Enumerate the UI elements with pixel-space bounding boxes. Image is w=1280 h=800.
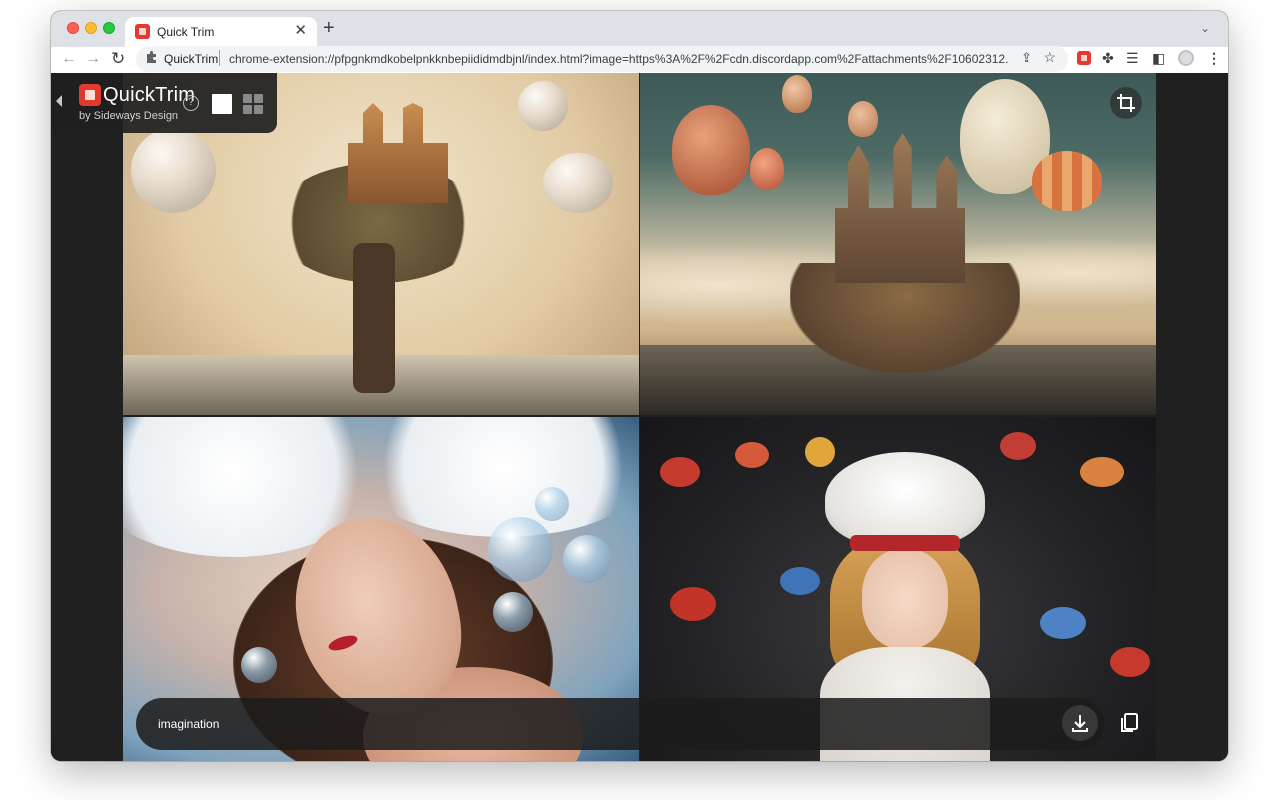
copy-icon [1121, 713, 1138, 732]
browser-toolbar: ← → ↻ QuickTrim chrome-extension://pfpgn… [51, 46, 1228, 73]
girl-face-decoration [862, 549, 948, 649]
bird-decoration [805, 437, 835, 467]
minimize-window-button[interactable] [85, 22, 97, 34]
quicktrim-panel: QuickTrim by Sideways Design ? [51, 73, 277, 133]
tab-title: Quick Trim [157, 25, 215, 39]
balloon-decoration [750, 148, 784, 190]
balloon-decoration [848, 101, 878, 137]
quicktrim-favicon-icon [135, 24, 150, 39]
bubble-decoration [518, 81, 568, 131]
bookmark-star-icon[interactable]: ☆ [1043, 49, 1056, 66]
balloon-decoration [1032, 151, 1102, 211]
reload-icon[interactable]: ↻ [111, 49, 125, 69]
grid-cell-icon [254, 105, 263, 114]
bubble-decoration [241, 647, 277, 683]
bird-decoration [1080, 457, 1124, 487]
extensions-puzzle-icon[interactable]: ✤ [1102, 49, 1114, 67]
bubble-decoration [535, 487, 569, 521]
grid-cell-icon [243, 94, 252, 103]
bubble-decoration [563, 535, 611, 583]
app-subtitle: by Sideways Design [79, 110, 179, 122]
bird-decoration [735, 442, 769, 468]
prompt-bar: imagination [136, 698, 1104, 750]
bubble-decoration [543, 153, 613, 213]
bird-decoration [780, 567, 820, 595]
balloon-decoration [782, 75, 812, 113]
tab-strip: Quick Trim ✕ + ⌄ [51, 11, 1228, 47]
bubble-decoration [493, 592, 533, 632]
grid-cell-icon [254, 94, 263, 103]
extension-puzzle-icon [147, 51, 156, 63]
image-balloon-island-castle[interactable] [640, 73, 1156, 415]
site-label: QuickTrim [164, 52, 219, 66]
bird-decoration [660, 457, 700, 487]
back-icon[interactable]: ← [61, 49, 77, 69]
url-text[interactable]: chrome-extension://pfpgnkmdkobelpnkknbep… [229, 52, 1009, 66]
tab-quick-trim[interactable]: Quick Trim ✕ [125, 17, 317, 47]
bird-decoration [670, 587, 716, 621]
crop-icon [1117, 94, 1135, 112]
crop-button[interactable] [1110, 87, 1142, 119]
omnibox-divider [219, 50, 220, 66]
quicktrim-extension-icon[interactable] [1077, 51, 1091, 65]
cloud-decoration [353, 417, 639, 537]
share-icon[interactable]: ⇪ [1021, 50, 1032, 66]
girl-hat-decoration [825, 452, 985, 547]
balloon-decoration [672, 105, 750, 195]
tab-close-button[interactable]: ✕ [294, 22, 307, 40]
grid-cell-icon [243, 105, 252, 114]
copy-button[interactable] [1111, 705, 1147, 741]
side-panel-icon[interactable]: ◧ [1152, 49, 1165, 67]
address-bar[interactable]: QuickTrim chrome-extension://pfpgnkmdkob… [136, 46, 1068, 72]
page-viewport: QuickTrim by Sideways Design ? imaginati… [51, 73, 1228, 761]
close-window-button[interactable] [67, 22, 79, 34]
bubble-decoration [131, 128, 216, 213]
help-icon[interactable]: ? [183, 95, 199, 111]
image-grid [123, 73, 1156, 761]
forward-icon[interactable]: → [85, 49, 101, 69]
single-view-button[interactable] [212, 94, 232, 114]
profile-avatar[interactable] [1178, 50, 1194, 66]
app-title: QuickTrim [103, 84, 196, 106]
bird-decoration [1110, 647, 1150, 677]
girl-hat-band-decoration [850, 535, 960, 551]
prompt-text: imagination [158, 717, 220, 731]
download-button[interactable] [1062, 705, 1098, 741]
castle-decoration [348, 103, 448, 203]
download-icon [1072, 715, 1088, 732]
maximize-window-button[interactable] [103, 22, 115, 34]
bird-decoration [1040, 607, 1086, 639]
bubble-decoration [488, 517, 553, 582]
new-tab-button[interactable]: + [323, 18, 335, 38]
media-controls-icon[interactable]: ☰ [1126, 49, 1139, 67]
castle-decoration [835, 133, 965, 283]
quicktrim-logo-icon [79, 84, 101, 106]
browser-window: Quick Trim ✕ + ⌄ ← → ↻ QuickTrim chrome-… [51, 11, 1228, 761]
tree-trunk-decoration [353, 243, 395, 393]
browser-menu-icon[interactable]: ⋮ [1207, 49, 1221, 67]
bird-decoration [1000, 432, 1036, 460]
grid-view-button[interactable] [243, 94, 263, 114]
collapse-panel-icon[interactable] [56, 95, 62, 107]
tab-search-button[interactable]: ⌄ [1200, 21, 1210, 35]
